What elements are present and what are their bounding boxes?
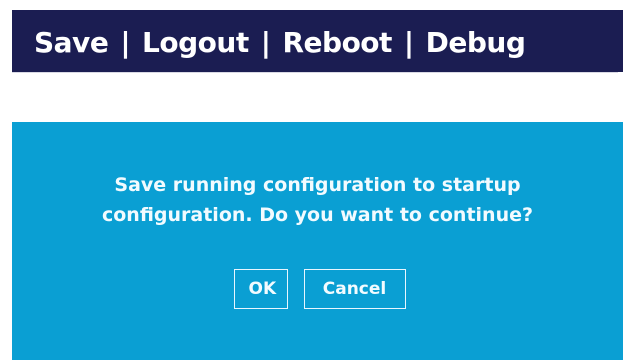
dialog-buttons: OK Cancel xyxy=(12,269,623,309)
reboot-link[interactable]: Reboot xyxy=(282,26,392,59)
nav-separator: | xyxy=(403,26,414,59)
nav-separator: | xyxy=(120,26,131,59)
ok-button[interactable]: OK xyxy=(233,269,288,309)
top-nav-links: Save | Logout | Reboot | Debug xyxy=(34,26,526,59)
dialog-message: Save running configuration to startup co… xyxy=(101,174,534,226)
debug-link[interactable]: Debug xyxy=(426,26,526,59)
stage: Save | Logout | Reboot | Debug Save runn… xyxy=(0,0,623,360)
logout-link[interactable]: Logout xyxy=(142,26,249,59)
nav-separator: | xyxy=(260,26,271,59)
top-navigation-bar: Save | Logout | Reboot | Debug xyxy=(12,10,623,72)
nav-underline-panel xyxy=(12,72,618,102)
save-link[interactable]: Save xyxy=(34,26,109,59)
save-confirm-dialog: Save running configuration to startup co… xyxy=(12,122,623,360)
cancel-button[interactable]: Cancel xyxy=(303,269,406,309)
